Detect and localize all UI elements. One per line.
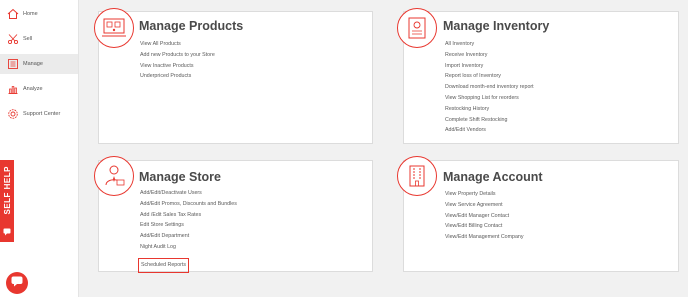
products-icon xyxy=(94,8,134,48)
link-download-month-end-report[interactable]: Download month-end inventory report xyxy=(445,82,534,93)
link-night-audit-log[interactable]: Night Audit Log xyxy=(140,242,237,253)
link-edit-store-settings[interactable]: Edit Store Settings xyxy=(140,220,237,231)
sidebar: Home Sell Manage Analyze Support Center xyxy=(0,0,79,297)
chat-button[interactable] xyxy=(6,272,28,294)
link-complete-shift-restocking[interactable]: Complete Shift Restocking xyxy=(445,115,534,126)
manage-inventory-title: Manage Inventory xyxy=(443,19,550,33)
link-view-all-products[interactable]: View All Products xyxy=(140,39,215,50)
link-report-loss[interactable]: Report loss of Inventory xyxy=(445,71,534,82)
link-sales-tax-rates[interactable]: Add /Edit Sales Tax Rates xyxy=(140,210,237,221)
sidebar-item-label: Home xyxy=(23,11,38,17)
house-icon xyxy=(6,8,19,21)
link-underpriced-products[interactable]: Underpriced Products xyxy=(140,71,215,82)
manage-grid-icon xyxy=(6,58,19,71)
manage-account-links: View Property Details View Service Agree… xyxy=(445,189,524,243)
inventory-icon xyxy=(397,8,437,48)
chat-icon xyxy=(3,223,11,241)
link-view-shopping-list[interactable]: View Shopping List for reorders xyxy=(445,93,534,104)
link-view-service-agreement[interactable]: View Service Agreement xyxy=(445,200,524,211)
link-add-edit-deactivate-users[interactable]: Add/Edit/Deactivate Users xyxy=(140,188,237,199)
manage-products-links: View All Products Add new Products to yo… xyxy=(140,39,215,82)
sidebar-item-analyze[interactable]: Analyze xyxy=(0,79,78,99)
manage-store-title: Manage Store xyxy=(139,170,221,184)
link-restocking-history[interactable]: Restocking History xyxy=(445,104,534,115)
link-add-edit-department[interactable]: Add/Edit Department xyxy=(140,231,237,242)
sidebar-item-support-center[interactable]: Support Center xyxy=(0,104,78,124)
link-receive-inventory[interactable]: Receive Inventory xyxy=(445,50,534,61)
sidebar-item-manage[interactable]: Manage xyxy=(0,54,78,74)
store-manager-icon xyxy=(94,156,134,196)
account-building-icon xyxy=(397,156,437,196)
self-help-label: SELF HELP xyxy=(2,166,12,215)
sidebar-item-label: Sell xyxy=(23,36,33,42)
link-manager-contact[interactable]: View/Edit Manager Contact xyxy=(445,211,524,222)
link-import-inventory[interactable]: Import Inventory xyxy=(445,61,534,72)
bar-chart-icon xyxy=(6,83,19,96)
link-add-edit-vendors[interactable]: Add/Edit Vendors xyxy=(445,125,534,136)
manage-store-links: Add/Edit/Deactivate Users Add/Edit Promo… xyxy=(137,188,237,273)
scissors-icon xyxy=(6,33,19,46)
link-view-property-details[interactable]: View Property Details xyxy=(445,189,524,200)
link-management-company[interactable]: View/Edit Management Company xyxy=(445,232,524,243)
self-help-tab[interactable]: SELF HELP xyxy=(0,160,14,242)
sidebar-item-sell[interactable]: Sell xyxy=(0,29,78,49)
sidebar-item-home[interactable]: Home xyxy=(0,4,78,24)
link-billing-contact[interactable]: View/Edit Billing Contact xyxy=(445,221,524,232)
sidebar-item-label: Manage xyxy=(23,61,43,67)
link-all-inventory[interactable]: All Inventory xyxy=(445,39,534,50)
manage-inventory-links: All Inventory Receive Inventory Import I… xyxy=(445,39,534,136)
sidebar-item-label: Support Center xyxy=(23,111,61,117)
manage-products-title: Manage Products xyxy=(139,19,244,33)
link-add-new-products[interactable]: Add new Products to your Store xyxy=(140,50,215,61)
gear-icon xyxy=(6,108,19,121)
sidebar-item-label: Analyze xyxy=(23,86,43,92)
link-view-inactive-products[interactable]: View Inactive Products xyxy=(140,61,215,72)
chat-bubble-icon xyxy=(11,274,23,292)
link-scheduled-reports[interactable]: Scheduled Reports xyxy=(137,257,190,273)
link-promos-discounts-bundles[interactable]: Add/Edit Promos, Discounts and Bundles xyxy=(140,199,237,210)
manage-account-title: Manage Account xyxy=(443,170,543,184)
